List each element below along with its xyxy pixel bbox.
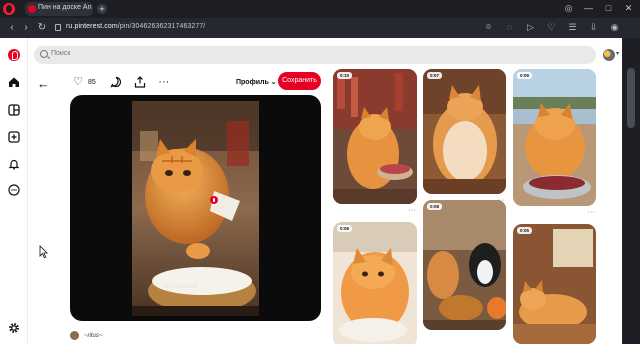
address-bar: ‹ › ↻ ru.pinterest.com/pin/3046263623174… bbox=[0, 18, 640, 38]
like-count: 85 bbox=[88, 78, 96, 86]
cats-with-turkey-image bbox=[423, 200, 506, 330]
lock-icon bbox=[55, 24, 61, 31]
notifications-bell-icon[interactable] bbox=[8, 158, 20, 170]
home-icon[interactable] bbox=[8, 76, 20, 88]
cat-with-meat-bowl-image bbox=[513, 69, 596, 206]
close-window-icon[interactable]: ✕ bbox=[623, 3, 634, 14]
related-pin[interactable]: 0:10 bbox=[333, 69, 417, 204]
forward-nav-icon[interactable]: › bbox=[20, 22, 32, 34]
camera-icon[interactable]: ⌾ bbox=[483, 22, 494, 33]
reload-icon[interactable]: ↻ bbox=[36, 22, 48, 34]
messages-icon[interactable] bbox=[8, 184, 20, 196]
heart-icon[interactable]: ♡ bbox=[72, 76, 84, 88]
url-field[interactable]: ru.pinterest.com/pin/304626362317463277/ bbox=[66, 23, 205, 30]
tab-search-icon[interactable]: ◎ bbox=[563, 3, 574, 14]
back-nav-icon[interactable]: ‹ bbox=[6, 22, 18, 34]
video-duration-badge: 0:09 bbox=[517, 72, 533, 79]
video-duration-badge: 0:05 bbox=[517, 227, 533, 234]
create-icon[interactable] bbox=[8, 131, 20, 143]
pin-media[interactable]: Pin Cats Friend bbox=[70, 95, 321, 321]
opera-menu-icon[interactable] bbox=[3, 3, 15, 15]
more-options-icon[interactable]: ··· bbox=[158, 76, 170, 88]
related-pin[interactable]: 0:07 bbox=[423, 69, 506, 194]
account-chevron-down-icon[interactable]: ▾ bbox=[616, 50, 619, 57]
explore-icon[interactable] bbox=[8, 104, 20, 116]
tile-more-icon[interactable]: ··· bbox=[408, 207, 417, 214]
search-input[interactable]: Поиск bbox=[34, 46, 596, 64]
pin-actions: ♡ 85 ··· bbox=[72, 76, 170, 88]
easy-setup-icon[interactable]: ☰ bbox=[567, 22, 578, 33]
pin-author[interactable]: ~ritus~ bbox=[70, 331, 102, 340]
back-arrow-button[interactable]: ← bbox=[37, 76, 50, 91]
video-duration-badge: 0:08 bbox=[427, 203, 443, 210]
cat-baking-image bbox=[333, 222, 417, 344]
share-icon[interactable] bbox=[134, 76, 146, 88]
minimize-icon[interactable]: — bbox=[583, 3, 594, 14]
related-pin[interactable]: 0:09 bbox=[513, 69, 596, 206]
video-duration-badge: 0:07 bbox=[427, 72, 443, 79]
player-icon[interactable]: ▷ bbox=[525, 22, 536, 33]
pinterest-page: Поиск ▾ ← ♡ 85 ··· Профиль ⌄ Сохранить P… bbox=[0, 38, 622, 344]
new-tab-button[interactable]: + bbox=[97, 4, 107, 14]
pinterest-logo-icon[interactable] bbox=[8, 49, 20, 61]
board-select-label: Профиль bbox=[236, 79, 269, 86]
scrollbar-thumb[interactable] bbox=[627, 68, 635, 128]
search-placeholder: Поиск bbox=[51, 50, 71, 57]
cat-lying-on-board-image bbox=[513, 224, 596, 344]
page-scrollbar[interactable] bbox=[622, 38, 640, 344]
video-duration-badge: 0:10 bbox=[337, 72, 353, 79]
comment-icon[interactable] bbox=[110, 76, 122, 88]
fat-cat-sitting-image bbox=[423, 69, 506, 194]
author-avatar bbox=[70, 331, 79, 340]
mouse-cursor-icon bbox=[39, 245, 48, 259]
related-pin[interactable]: 0:06 bbox=[333, 222, 417, 344]
author-name: ~ritus~ bbox=[84, 332, 103, 339]
avatar[interactable] bbox=[603, 49, 615, 61]
sidebar bbox=[0, 38, 28, 344]
bookmark-heart-icon[interactable]: ♡ bbox=[546, 22, 557, 33]
url-path: /pin/304626362317463277/ bbox=[117, 23, 206, 30]
search-icon bbox=[40, 50, 48, 58]
related-pin[interactable]: 0:08 bbox=[423, 200, 506, 330]
tile-more-icon[interactable]: ··· bbox=[587, 209, 596, 216]
save-button[interactable]: Сохранить bbox=[278, 72, 321, 90]
download-icon[interactable]: ⇩ bbox=[588, 22, 599, 33]
maximize-icon[interactable]: □ bbox=[603, 3, 614, 14]
tab-title: Пин на доске Animal bbox=[38, 4, 92, 11]
related-pin[interactable]: 0:05 bbox=[513, 224, 596, 344]
pinterest-badge-icon bbox=[210, 196, 218, 204]
board-select[interactable]: Профиль ⌄ bbox=[236, 78, 277, 86]
profile-icon[interactable]: ◉ bbox=[609, 22, 620, 33]
video-duration-badge: 0:06 bbox=[337, 225, 353, 232]
settings-gear-icon[interactable] bbox=[8, 322, 20, 334]
browser-tab[interactable]: Пин на доске Animal bbox=[25, 2, 93, 16]
pin-watermark: Pin Cats Friend bbox=[163, 284, 198, 290]
vpn-icon[interactable]: ◌ bbox=[504, 22, 515, 33]
cat-butcher-image bbox=[333, 69, 417, 204]
pinterest-favicon-icon bbox=[28, 5, 36, 13]
chevron-down-icon: ⌄ bbox=[270, 79, 277, 86]
browser-tab-bar: Пин на доске Animal + ◎ — □ ✕ bbox=[0, 0, 640, 18]
url-host: ru.pinterest.com bbox=[66, 23, 118, 30]
